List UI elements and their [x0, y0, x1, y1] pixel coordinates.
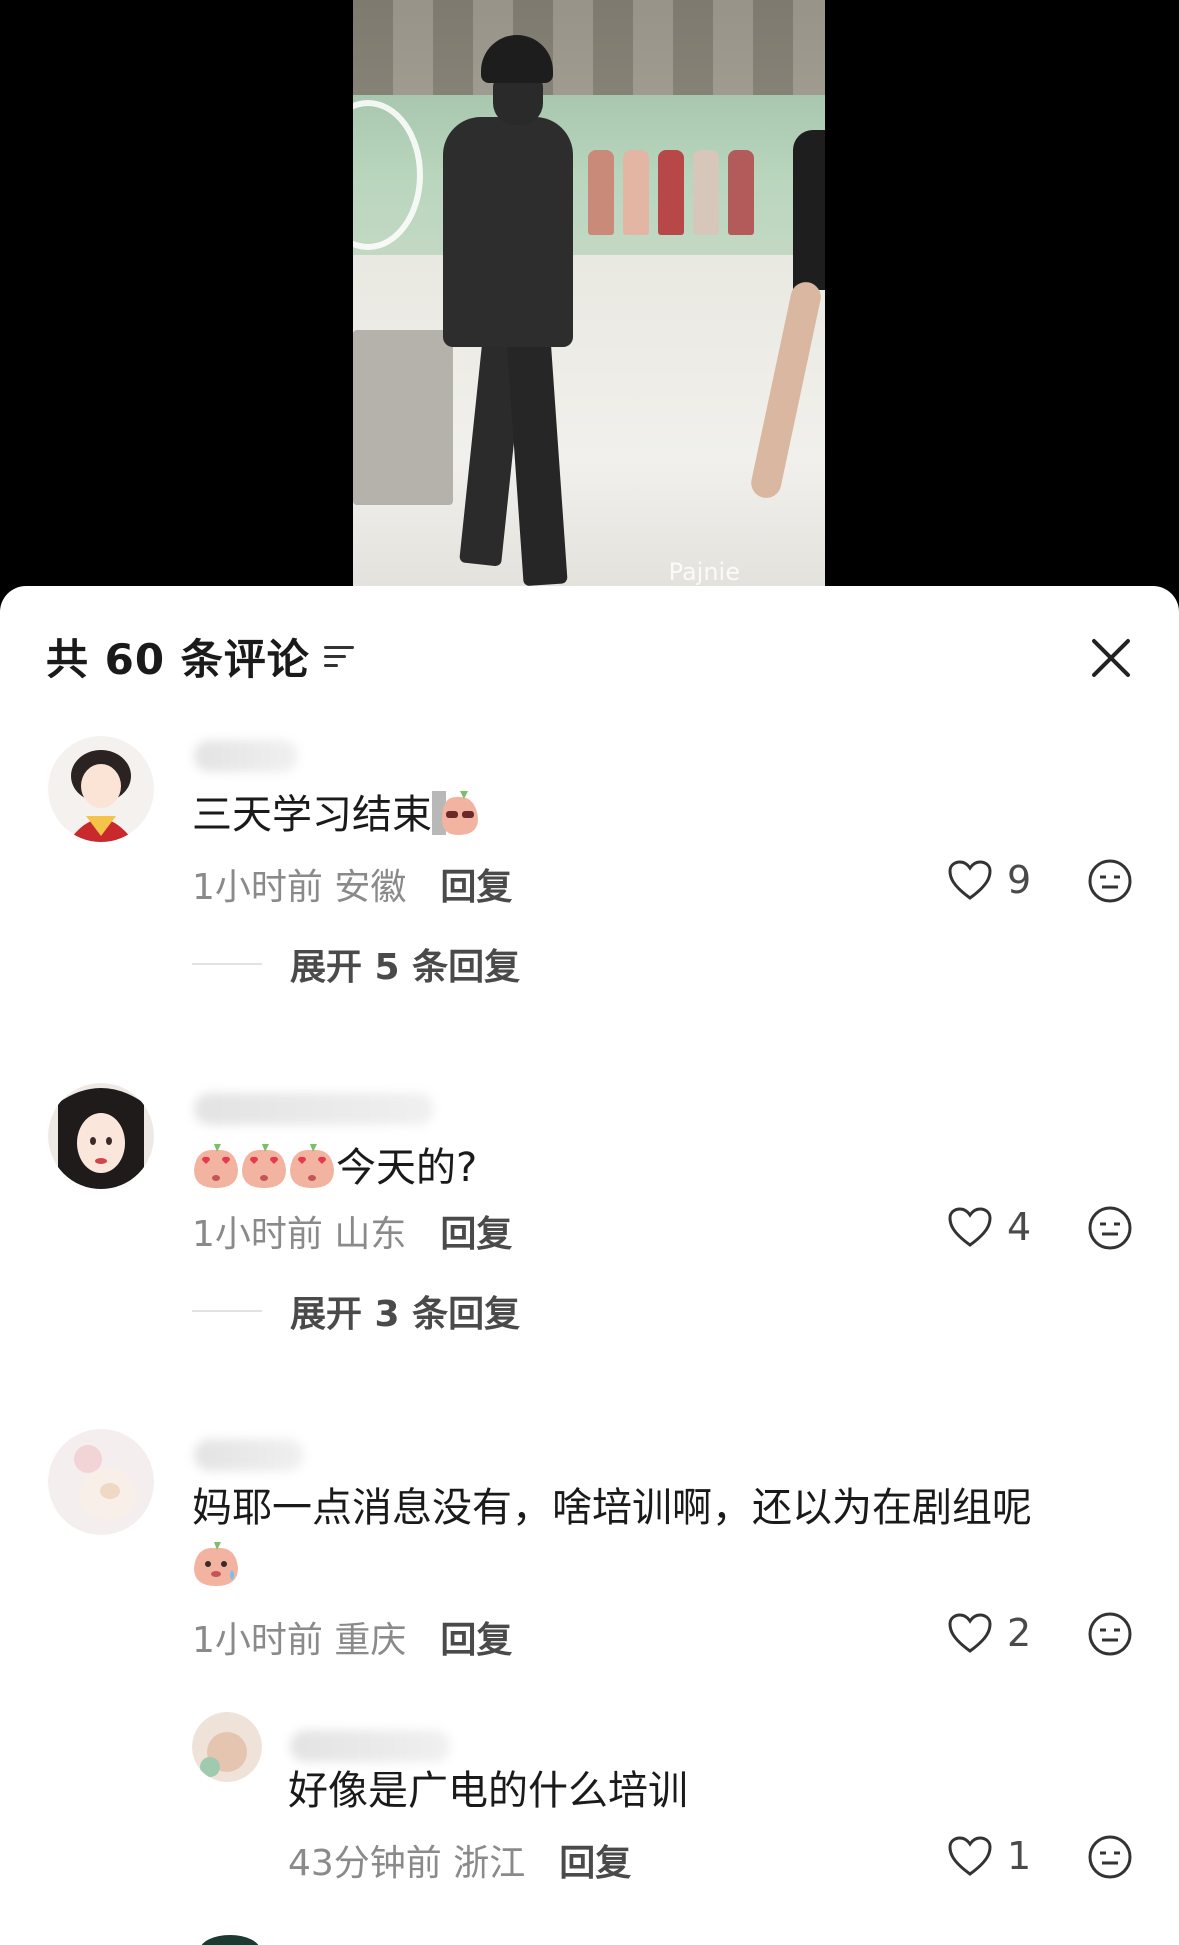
- heart-icon: [948, 1613, 992, 1653]
- reply-button[interactable]: 回复: [440, 858, 512, 910]
- like-button[interactable]: 4: [947, 1205, 1035, 1249]
- reply-button[interactable]: 回复: [440, 1205, 512, 1257]
- comment-time: 1小时前: [192, 1620, 323, 1661]
- reaction-icon[interactable]: [1087, 1834, 1133, 1880]
- like-count: 9: [1007, 858, 1032, 902]
- walking-person: [423, 35, 593, 586]
- reaction-icon[interactable]: [1087, 1611, 1133, 1657]
- reply-button[interactable]: 回复: [559, 1834, 631, 1886]
- comment-body: 今天的?: [192, 1139, 477, 1197]
- comment-sheet: 共 60 条评论 三天学习结束 1小时前 安徽 回复 9 展开 5 条回复 今天…: [0, 586, 1179, 1945]
- peach-heart-eyes-emoji: [194, 1144, 238, 1188]
- divider-line: [192, 1310, 262, 1312]
- passerby: [748, 130, 825, 560]
- close-button[interactable]: [1089, 636, 1133, 680]
- like-button[interactable]: 2: [947, 1611, 1035, 1655]
- clothing-rack: [728, 150, 754, 235]
- heart-icon: [948, 1207, 992, 1247]
- like-button[interactable]: 9: [947, 858, 1035, 902]
- reply-time: 43分钟前: [288, 1843, 442, 1884]
- comment-text: 三天学习结束: [192, 792, 432, 838]
- reply-meta: 43分钟前 浙江 回复: [288, 1834, 631, 1886]
- comment-time: 1小时前: [192, 867, 323, 908]
- like-button[interactable]: 1: [947, 1834, 1035, 1878]
- video-frame[interactable]: Pajnie: [353, 0, 825, 586]
- divider-line: [192, 963, 262, 965]
- reply-location: 浙江: [453, 1843, 526, 1884]
- avatar[interactable]: [48, 1429, 154, 1535]
- avatar[interactable]: [48, 736, 154, 842]
- comment-count-title: 共 60 条评论: [46, 635, 310, 684]
- peach-heart-eyes-emoji: [290, 1144, 334, 1188]
- comment-meta: 1小时前 安徽 回复: [192, 858, 512, 910]
- comment-body: 妈耶一点消息没有，啥培训啊，还以为在剧组呢: [192, 1479, 1112, 1595]
- expand-replies-label: 展开 5 条回复: [290, 947, 521, 988]
- comment-location: 山东: [334, 1214, 407, 1255]
- comment-location: 重庆: [334, 1620, 407, 1661]
- video-watermark: Pajnie: [668, 558, 740, 586]
- reply-text: 好像是广电的什么培训: [288, 1768, 688, 1814]
- comment-body: 三天学习结束: [192, 786, 480, 844]
- username[interactable]: [290, 1730, 450, 1762]
- username[interactable]: [194, 1093, 434, 1125]
- comment-time: 1小时前: [192, 1214, 323, 1255]
- peach-sweat-emoji: [194, 1542, 238, 1586]
- avatar[interactable]: [192, 1712, 262, 1782]
- reaction-icon[interactable]: [1087, 1205, 1133, 1251]
- like-count: 4: [1007, 1205, 1032, 1249]
- expand-replies-button[interactable]: 展开 3 条回复: [192, 1285, 520, 1337]
- username[interactable]: [194, 740, 298, 772]
- comment-meta: 1小时前 重庆 回复: [192, 1611, 512, 1663]
- peach-glasses-emoji: [432, 791, 478, 835]
- like-count: 1: [1007, 1834, 1032, 1878]
- reply-button[interactable]: 回复: [440, 1611, 512, 1663]
- heart-icon: [948, 1836, 992, 1876]
- avatar[interactable]: [48, 1083, 154, 1189]
- comment-location: 安徽: [334, 867, 407, 908]
- peach-heart-eyes-emoji: [242, 1144, 286, 1188]
- comment-text: 今天的?: [336, 1145, 478, 1191]
- clothing-rack: [693, 150, 719, 235]
- comment-text: 妈耶一点消息没有，啥培训啊，还以为在剧组呢: [192, 1485, 1032, 1531]
- heart-icon: [948, 860, 992, 900]
- clothing-rack: [623, 150, 649, 235]
- sort-icon[interactable]: [323, 643, 356, 671]
- comment-header: 共 60 条评论: [46, 626, 356, 687]
- username[interactable]: [194, 1439, 304, 1471]
- like-count: 2: [1007, 1611, 1032, 1655]
- reaction-icon[interactable]: [1087, 858, 1133, 904]
- video-player[interactable]: Pajnie: [0, 0, 1179, 600]
- next-avatar-partial: [200, 1935, 260, 1945]
- clothing-rack: [658, 150, 684, 235]
- expand-replies-button[interactable]: 展开 5 条回复: [192, 938, 520, 990]
- comment-meta: 1小时前 山东 回复: [192, 1205, 512, 1257]
- expand-replies-label: 展开 3 条回复: [290, 1294, 521, 1335]
